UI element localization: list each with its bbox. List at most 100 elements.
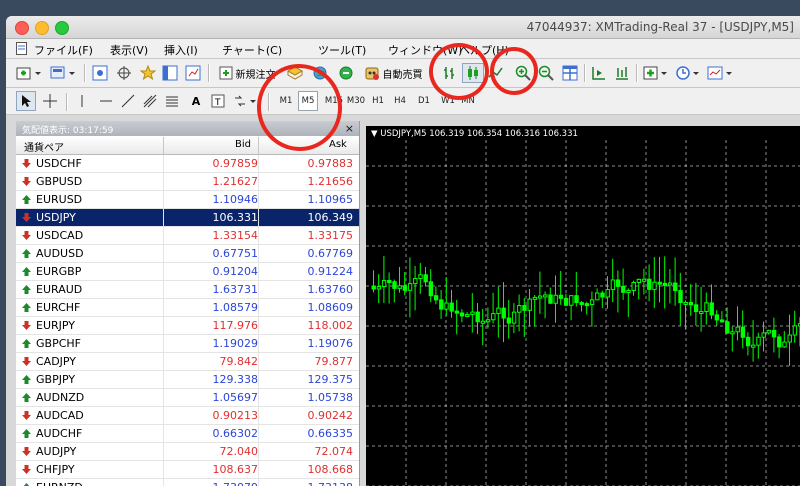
market-watch-toggle-button[interactable] — [90, 63, 110, 83]
metaeditor-button[interactable] — [336, 63, 356, 83]
crosshair-target-icon — [117, 66, 131, 80]
menu-item-2[interactable]: 挿入(I) — [164, 42, 198, 58]
profiles-button[interactable] — [48, 63, 78, 83]
timeframe-button-h1[interactable]: H1 — [368, 91, 388, 111]
zoom-out-button[interactable] — [536, 63, 556, 83]
templates-button[interactable] — [706, 63, 734, 83]
tile-windows-button[interactable] — [559, 63, 581, 83]
candlestick — [563, 293, 569, 307]
timeframe-button-d1[interactable]: D1 — [414, 91, 434, 111]
new-order-button[interactable]: 新規注文 — [214, 63, 280, 83]
menu-item-6[interactable]: ヘルプ(H) — [459, 42, 509, 58]
market-watch-row[interactable]: CHFJPY 108.637 108.668 — [16, 461, 359, 479]
timeframe-button-w1[interactable]: W1 — [438, 91, 458, 111]
market-watch-row[interactable]: AUDCHF 0.66302 0.66335 — [16, 425, 359, 443]
text-label-button[interactable]: T — [208, 91, 228, 111]
candlestick — [485, 307, 491, 329]
symbol-name: USDJPY — [36, 211, 76, 224]
menu-item-4[interactable]: ツール(T) — [318, 42, 366, 58]
menu-item-0[interactable]: ファイル(F) — [34, 42, 93, 58]
timeframe-button-m5[interactable]: M5 — [298, 91, 318, 111]
candlestick — [621, 268, 626, 300]
bid-price: 0.67751 — [212, 247, 259, 260]
periods-button[interactable] — [674, 63, 702, 83]
candlestick — [626, 288, 631, 318]
column-symbol-header[interactable]: 通貨ペア — [24, 139, 64, 154]
signals-button[interactable] — [284, 63, 306, 83]
menu-item-3[interactable]: チャート(C) — [222, 42, 282, 58]
terminal-button[interactable] — [160, 63, 180, 83]
market-watch-row[interactable]: EURCHF 1.08579 1.08609 — [16, 299, 359, 317]
market-watch-close-icon[interactable]: × — [345, 122, 354, 135]
timeframe-button-m30[interactable]: M30 — [344, 91, 368, 111]
auto-trading-label: 自動売買 — [382, 69, 423, 81]
market-watch-row[interactable]: USDCAD 1.33154 1.33175 — [16, 227, 359, 245]
candlestick-chart-button[interactable] — [462, 63, 484, 83]
column-bid-header[interactable]: Bid — [235, 139, 251, 150]
navigator-button[interactable] — [138, 63, 158, 83]
menu-item-1[interactable]: 表示(V) — [110, 42, 148, 58]
auto-trading-button[interactable]: 自動売買 — [358, 63, 428, 83]
price-up-arrow-icon — [22, 195, 31, 204]
market-watch-row[interactable]: EURGBP 0.91204 0.91224 — [16, 263, 359, 281]
svg-text:T: T — [214, 98, 221, 108]
bid-price: 1.63731 — [212, 283, 259, 296]
market-watch-row[interactable]: USDJPY 106.331 106.349 — [16, 209, 359, 227]
horizontal-line-button[interactable] — [96, 91, 116, 111]
ask-price: 1.33175 — [307, 229, 354, 242]
candlestick — [496, 286, 501, 338]
fibonacci-button[interactable] — [162, 91, 182, 111]
market-button[interactable] — [310, 63, 330, 83]
timeframe-button-m15[interactable]: M15 — [322, 91, 346, 111]
line-chart-button[interactable] — [486, 63, 506, 83]
chart-window[interactable]: ▼ USDJPY,M5 106.319 106.354 106.316 106.… — [366, 126, 800, 486]
cursor-tool-button[interactable] — [16, 91, 36, 111]
arrows-menu-button[interactable] — [232, 91, 260, 111]
text-tool-button[interactable]: A — [186, 91, 206, 111]
market-watch-row[interactable]: GBPCHF 1.19029 1.19076 — [16, 335, 359, 353]
new-chart-button[interactable] — [14, 63, 44, 83]
minimize-window-button[interactable] — [35, 21, 49, 35]
chart-shift-button[interactable] — [589, 63, 609, 83]
indicators-button[interactable] — [642, 63, 670, 83]
bar-chart-button[interactable] — [438, 63, 460, 83]
column-ask-header[interactable]: Ask — [329, 139, 347, 150]
market-watch-row[interactable]: CADJPY 79.842 79.877 — [16, 353, 359, 371]
close-window-button[interactable] — [15, 21, 29, 35]
vertical-line-button[interactable] — [72, 91, 92, 111]
chart-document-icon[interactable] — [16, 42, 27, 55]
market-watch-row[interactable]: AUDNZD 1.05697 1.05738 — [16, 389, 359, 407]
menu-item-5[interactable]: ウィンドウ(W) — [388, 42, 462, 58]
market-watch-row[interactable]: EURNZD 1.73079 1.73138 — [16, 479, 359, 486]
bid-price: 1.19029 — [212, 337, 259, 350]
market-watch-row[interactable]: AUDJPY 72.040 72.074 — [16, 443, 359, 461]
market-watch-row[interactable]: GBPUSD 1.21627 1.21656 — [16, 173, 359, 191]
globe-icon — [313, 66, 327, 80]
data-window-button[interactable] — [114, 63, 134, 83]
zoom-in-button[interactable] — [512, 63, 534, 83]
market-watch-row[interactable]: AUDCAD 0.90213 0.90242 — [16, 407, 359, 425]
trendline-button[interactable] — [118, 91, 138, 111]
market-watch-row[interactable]: USDCHF 0.97859 0.97883 — [16, 155, 359, 173]
horizontal-line-icon — [100, 100, 112, 102]
candlestick — [740, 310, 746, 349]
candlestick-chart[interactable] — [366, 126, 800, 486]
market-watch-row[interactable]: GBPJPY 129.338 129.375 — [16, 371, 359, 389]
candlestick — [647, 264, 652, 302]
market-watch-title: 気配値表示: 03:17:59 — [22, 126, 114, 136]
crosshair-tool-button[interactable] — [40, 91, 60, 111]
price-down-arrow-icon — [22, 411, 31, 420]
market-watch-row[interactable]: EURUSD 1.10946 1.10965 — [16, 191, 359, 209]
strategy-tester-button[interactable] — [183, 63, 203, 83]
timeframe-button-m1[interactable]: M1 — [276, 91, 296, 111]
market-watch-row[interactable]: EURAUD 1.63731 1.63760 — [16, 281, 359, 299]
auto-scroll-button[interactable] — [612, 63, 632, 83]
market-watch-row[interactable]: EURJPY 117.976 118.002 — [16, 317, 359, 335]
timeframe-button-mn[interactable]: MN — [458, 91, 478, 111]
candlestick — [459, 309, 465, 323]
equidistant-channel-button[interactable] — [140, 91, 160, 111]
market-watch-row[interactable]: AUDUSD 0.67751 0.67769 — [16, 245, 359, 263]
ask-price: 72.074 — [314, 445, 354, 458]
maximize-window-button[interactable] — [55, 21, 69, 35]
timeframe-button-h4[interactable]: H4 — [390, 91, 410, 111]
